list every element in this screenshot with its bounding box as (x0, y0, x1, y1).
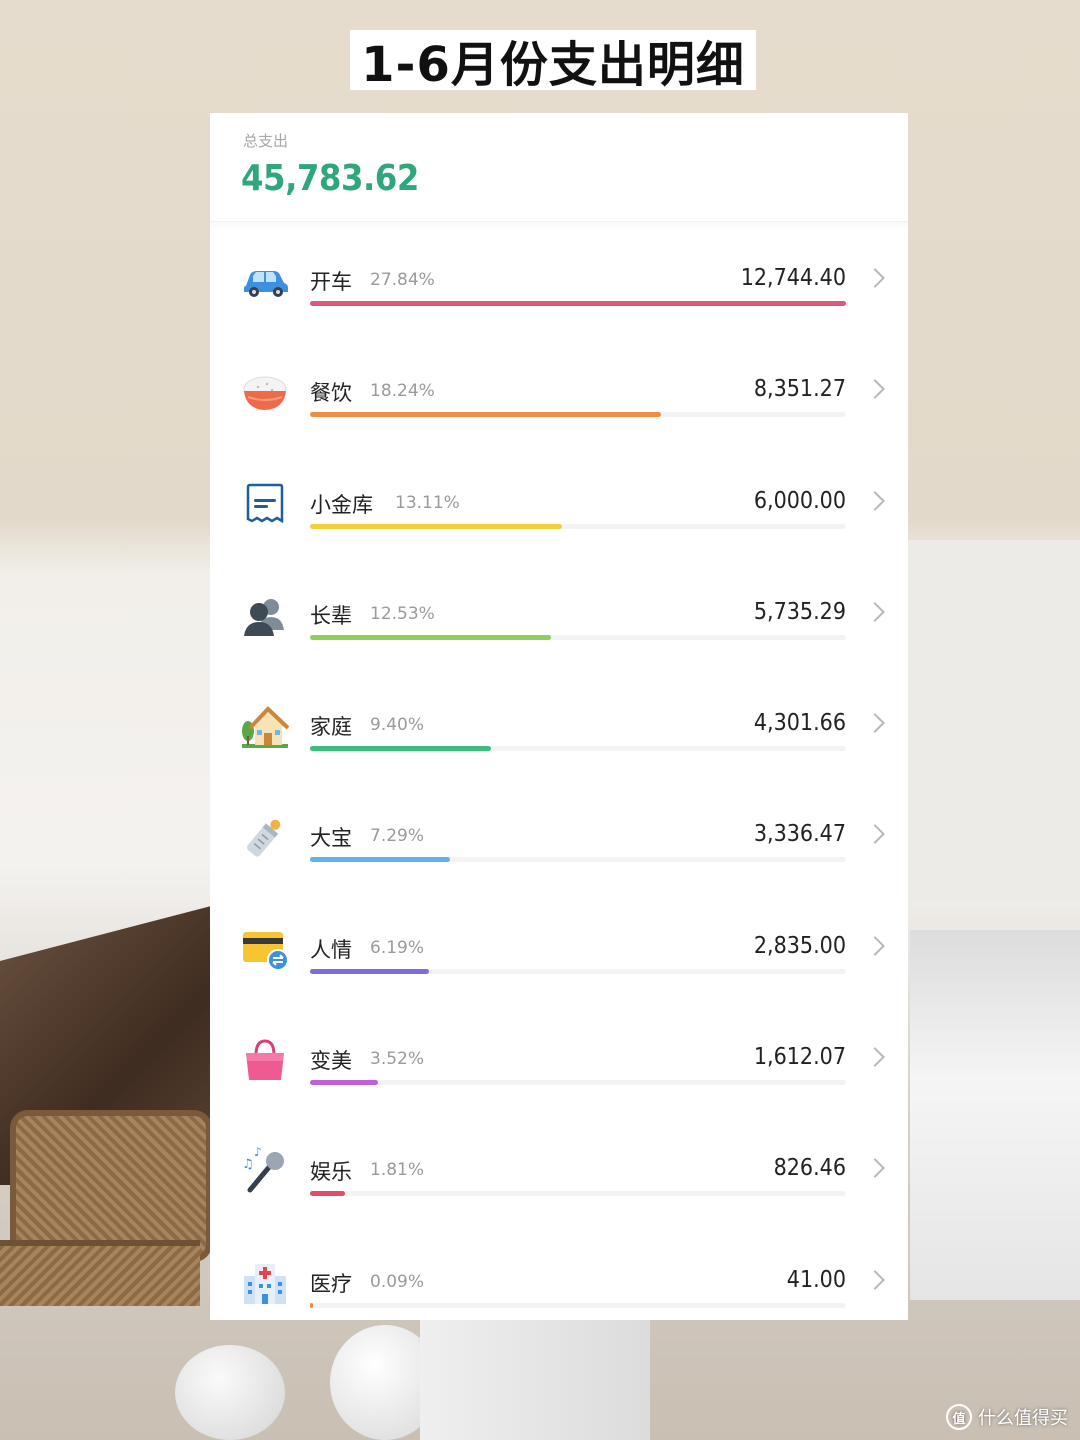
category-row[interactable]: 人情 6.19% 2,835.00 (210, 889, 908, 1000)
category-percent: 18.24% (370, 381, 435, 402)
card-transfer-icon (240, 924, 290, 974)
category-name: 人情 (310, 937, 352, 962)
chevron-right-icon (865, 713, 885, 734)
category-name: 家庭 (310, 715, 352, 740)
category-amount: 4,301.66 (753, 710, 846, 737)
people-icon (240, 590, 290, 640)
chevron-right-icon (865, 935, 885, 956)
progress-track (310, 968, 846, 974)
category-amount: 826.46 (773, 1155, 846, 1182)
progress-fill (310, 857, 451, 863)
progress-track (310, 1302, 846, 1308)
category-percent: 13.11% (395, 492, 460, 513)
total-label: 总支出 (243, 132, 289, 150)
progress-track (310, 634, 846, 640)
expense-card: 总支出 45,783.62 开车 27.84% 12,744.40 餐饮 18.… (210, 113, 908, 1320)
category-row[interactable]: 家庭 9.40% 4,301.66 (210, 666, 908, 777)
hospital-icon (240, 1258, 290, 1308)
category-row[interactable]: 餐饮 18.24% 8,351.27 (210, 332, 908, 443)
rice-bowl-icon (240, 367, 290, 417)
category-percent: 1.81% (370, 1160, 425, 1181)
category-amount: 6,000.00 (753, 487, 846, 514)
category-row[interactable]: 小金库 13.11% 6,000.00 (210, 444, 908, 555)
progress-fill (310, 968, 430, 974)
category-name: 小金库 (310, 492, 373, 517)
category-amount: 12,744.40 (740, 265, 846, 291)
category-amount: 2,835.00 (753, 932, 846, 959)
background-book (420, 1320, 650, 1440)
category-amount: 3,336.47 (753, 821, 846, 848)
chevron-right-icon (865, 379, 885, 400)
category-percent: 9.40% (370, 715, 425, 736)
svg-text:♫: ♫ (242, 1157, 254, 1172)
chevron-right-icon (865, 1158, 885, 1179)
chevron-right-icon (865, 1269, 885, 1290)
chevron-right-icon (865, 601, 885, 622)
category-name: 餐饮 (310, 381, 352, 406)
progress-track (310, 1080, 846, 1086)
progress-fill (310, 301, 846, 306)
progress-track (310, 523, 846, 529)
category-amount: 5,735.29 (753, 598, 846, 625)
category-name: 开车 (310, 270, 352, 294)
category-name: 长辈 (310, 603, 352, 628)
svg-text:♪: ♪ (254, 1146, 262, 1159)
microphone-icon: ♫ ♪ (240, 1145, 290, 1196)
background-lamp (175, 1345, 285, 1440)
progress-fill (310, 523, 563, 529)
category-list: 开车 27.84% 12,744.40 餐饮 18.24% 8,351.27 小… (210, 221, 908, 1320)
progress-fill (310, 1080, 378, 1086)
category-amount: 1,612.07 (753, 1044, 846, 1071)
progress-fill (310, 634, 552, 640)
baby-bottle-icon (240, 812, 290, 862)
category-amount: 41.00 (786, 1266, 846, 1293)
category-percent: 27.84% (370, 270, 435, 290)
category-percent: 6.19% (370, 937, 425, 958)
category-amount: 8,351.27 (753, 376, 846, 403)
watermark: 值 什么值得买 (946, 1404, 1068, 1430)
handbag-icon (240, 1035, 290, 1085)
category-name: 娱乐 (310, 1160, 352, 1185)
house-icon (240, 701, 290, 751)
category-row[interactable]: 医疗 0.09% 41.00 (210, 1223, 908, 1320)
chevron-right-icon (865, 1047, 885, 1067)
progress-fill (310, 1191, 345, 1197)
background-chair-seat (0, 1240, 200, 1306)
category-name: 变美 (310, 1049, 352, 1074)
watermark-logo-icon: 值 (946, 1404, 972, 1430)
progress-track (310, 1191, 846, 1197)
chevron-right-icon (865, 490, 885, 511)
progress-track (310, 412, 846, 418)
total-summary: 总支出 45,783.62 (210, 113, 908, 222)
receipt-icon (240, 479, 290, 529)
category-percent: 0.09% (370, 1271, 425, 1292)
car-icon (240, 256, 290, 306)
category-row[interactable]: ♫ ♪ 娱乐 1.81% 826.46 (210, 1111, 908, 1222)
category-row[interactable]: 大宝 7.29% 3,336.47 (210, 777, 908, 888)
category-percent: 12.53% (370, 603, 435, 624)
watermark-text: 什么值得买 (978, 1408, 1068, 1429)
category-name: 大宝 (310, 826, 352, 851)
category-row[interactable]: 开车 27.84% 12,744.40 (210, 221, 908, 332)
progress-track (310, 301, 846, 306)
progress-track (310, 746, 846, 752)
chevron-right-icon (865, 268, 885, 288)
background-panel (910, 930, 1080, 1300)
category-percent: 7.29% (370, 826, 425, 847)
total-amount: 45,783.62 (241, 158, 419, 199)
category-row[interactable]: 长辈 12.53% 5,735.29 (210, 555, 908, 666)
chevron-right-icon (865, 824, 885, 845)
progress-fill (310, 746, 491, 752)
category-percent: 3.52% (370, 1049, 425, 1070)
progress-track (310, 857, 846, 863)
category-row[interactable]: 变美 3.52% 1,612.07 (210, 1000, 908, 1111)
category-name: 医疗 (310, 1271, 352, 1296)
background-wall (905, 540, 1080, 900)
progress-fill (310, 412, 662, 418)
progress-fill (310, 1302, 314, 1308)
page-title: 1-6月份支出明细 (350, 30, 756, 93)
